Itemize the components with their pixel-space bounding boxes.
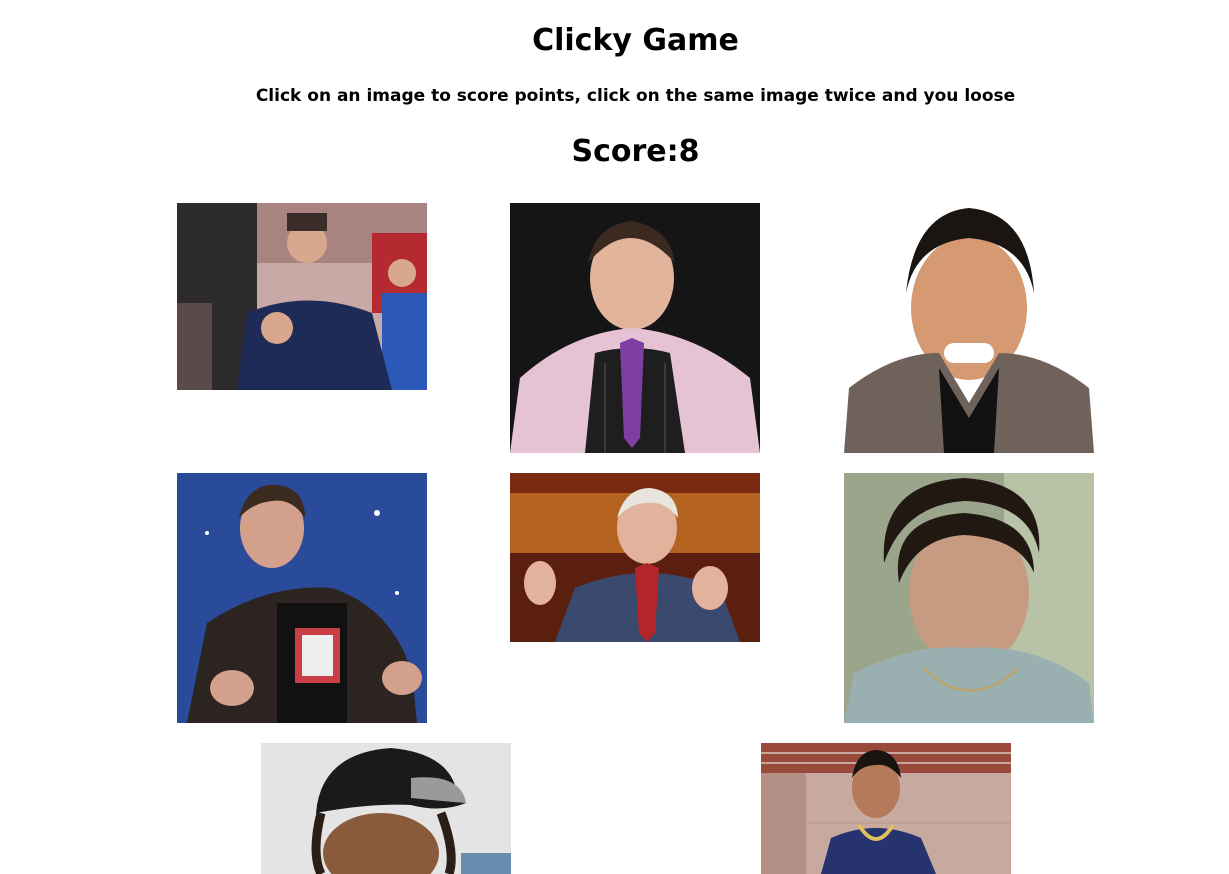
person-black-cap-braids-photo-icon	[261, 743, 511, 874]
man-blue-tshirt-fist-photo-icon	[177, 203, 427, 390]
image-card-6[interactable]	[844, 473, 1094, 723]
image-card-8[interactable]	[761, 743, 1011, 874]
clicky-game-page: Clicky Game Click on an image to score p…	[0, 0, 1229, 874]
older-man-gesturing-red-tie-photo-icon	[510, 473, 760, 642]
image-card-3[interactable]	[844, 203, 1094, 453]
image-card-7[interactable]	[261, 743, 511, 874]
man-smiling-brown-blazer-photo-icon	[844, 203, 1094, 453]
image-card-1[interactable]	[177, 203, 427, 390]
score-value: 8	[678, 134, 700, 169]
score-label: Score:	[571, 134, 679, 169]
game-title: Clicky Game	[532, 23, 739, 58]
image-card-5[interactable]	[510, 473, 760, 642]
image-card-2[interactable]	[510, 203, 760, 453]
game-instructions: Click on an image to score points, click…	[255, 86, 1016, 106]
woman-vintage-portrait-photo-icon	[844, 473, 1094, 723]
man-leather-jacket-thumbs-up-photo-icon	[177, 473, 427, 723]
man-navy-shirt-chain-photo-icon	[761, 743, 1011, 874]
image-card-4[interactable]	[177, 473, 427, 723]
score-display: Score:8	[0, 133, 1229, 171]
man-pinstripe-vest-purple-tie-photo-icon	[510, 203, 760, 453]
